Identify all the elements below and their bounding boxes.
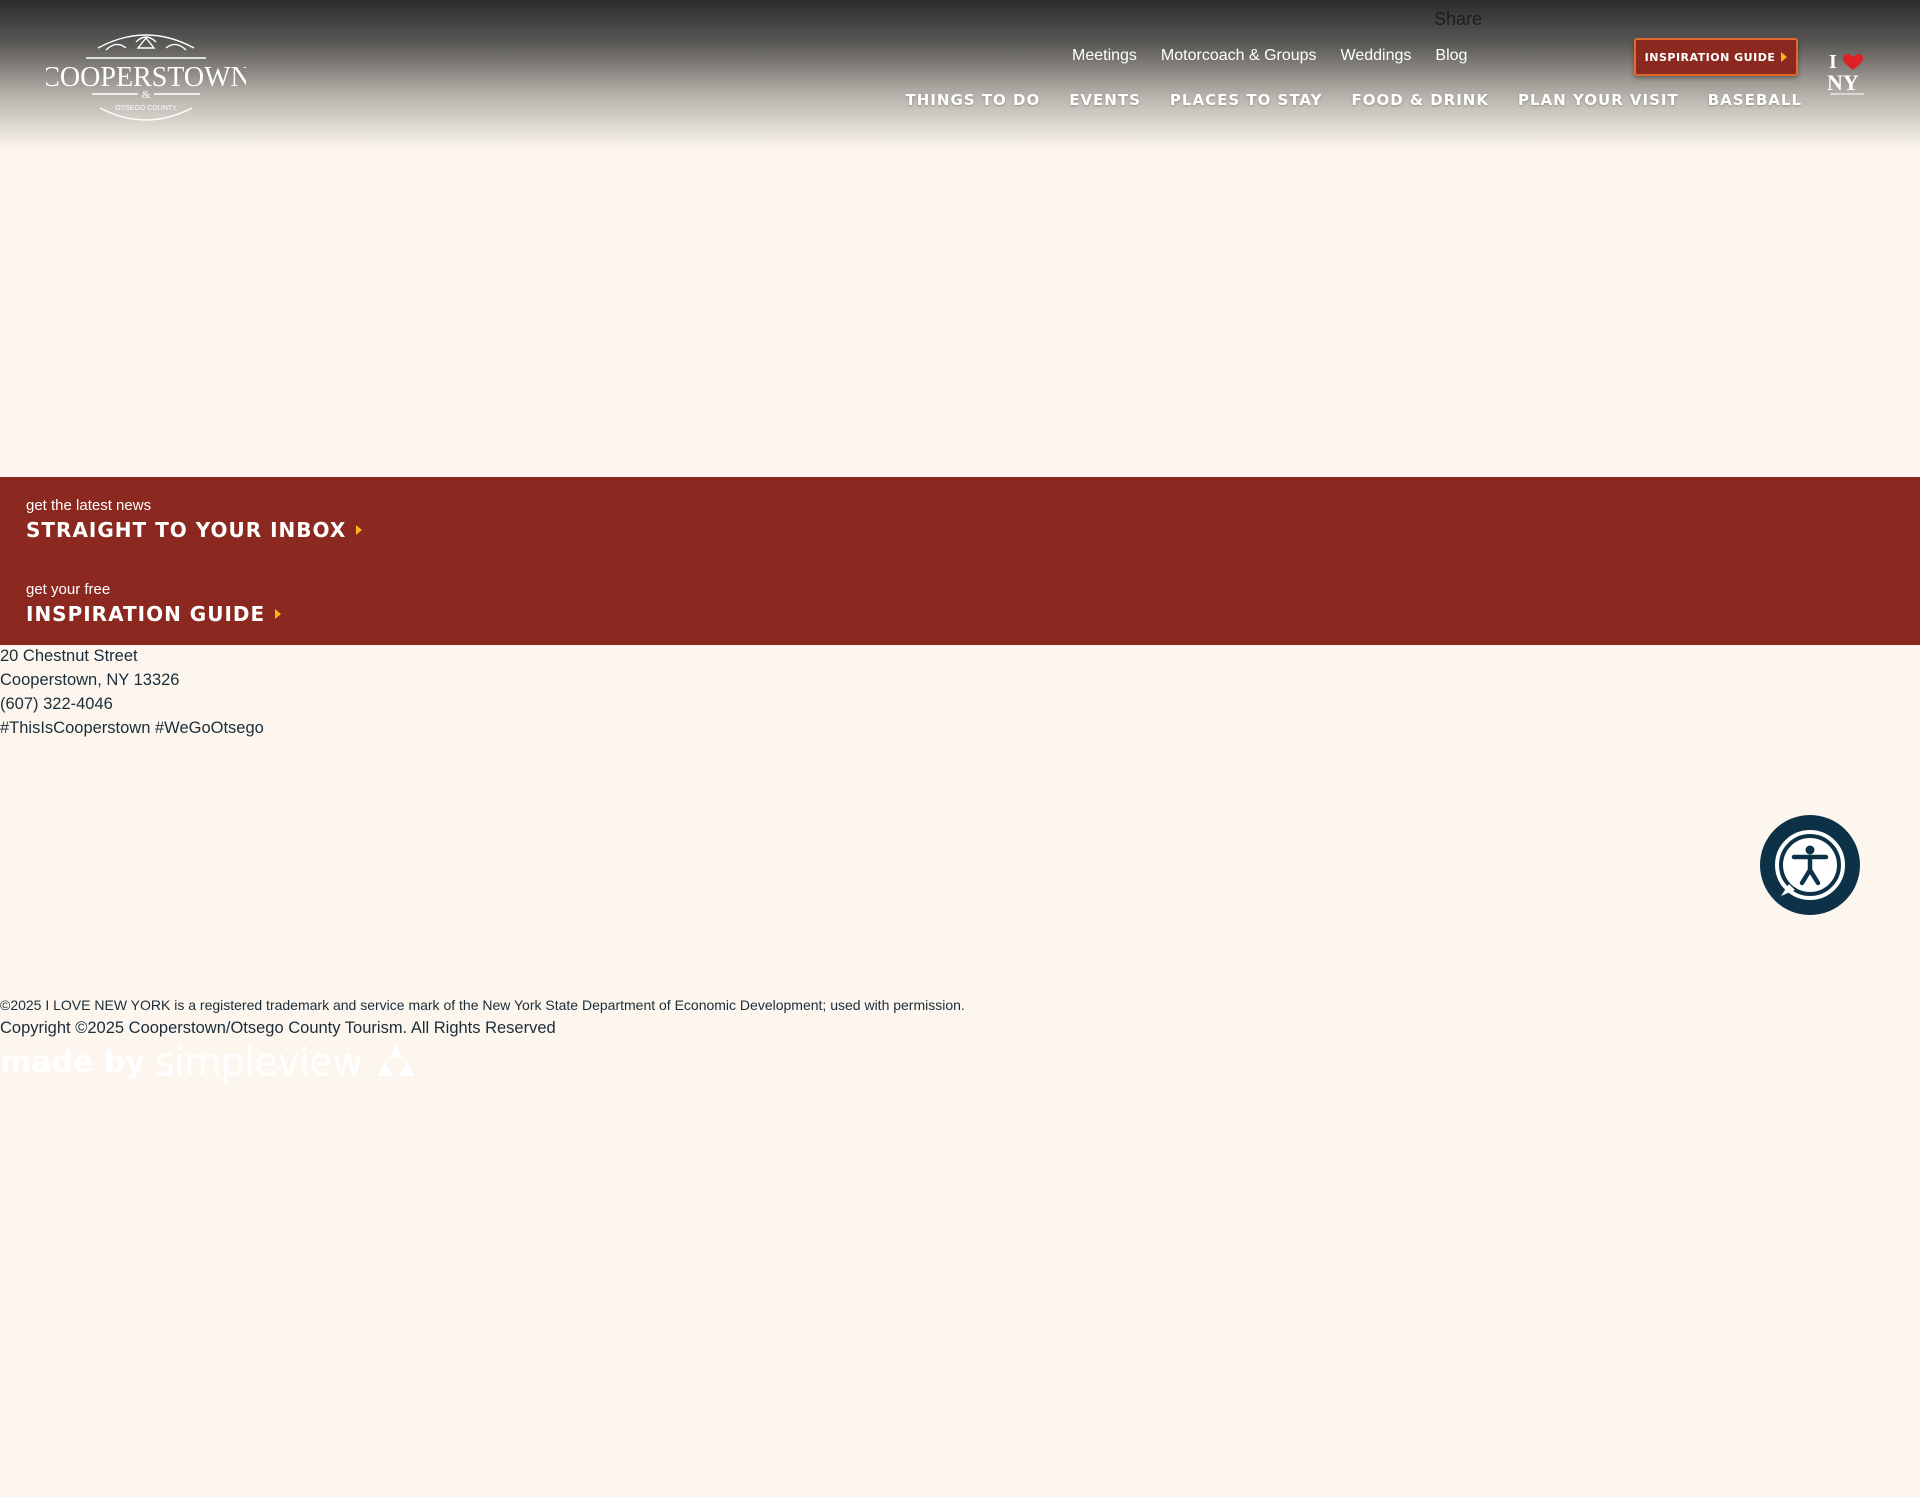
address-city: Cooperstown, NY 13326 xyxy=(0,671,180,689)
svg-text:&: & xyxy=(142,89,151,101)
inspiration-guide-button-label: INSPIRATION GUIDE xyxy=(1644,50,1776,64)
copyright-notice: Copyright ©2025 Cooperstown/Otsego Count… xyxy=(0,1019,556,1037)
caret-right-icon xyxy=(275,609,282,619)
simpleview-logo-icon xyxy=(376,1044,415,1076)
guide-cta-kicker: get your free xyxy=(26,581,111,598)
caret-right-icon xyxy=(356,525,363,535)
guide-cta[interactable]: get your free INSPIRATION GUIDE xyxy=(26,581,282,626)
newsletter-cta-title: STRAIGHT TO YOUR INBOX xyxy=(26,518,363,542)
nav-plan-your-visit[interactable]: PLAN YOUR VISIT xyxy=(1518,91,1679,109)
cta-band: get the latest news STRAIGHT TO YOUR INB… xyxy=(0,477,1920,645)
caret-right-icon xyxy=(1781,52,1788,62)
utility-link-blog[interactable]: Blog xyxy=(1435,47,1467,65)
utility-link-meetings[interactable]: Meetings xyxy=(1072,47,1137,65)
made-by-simpleview[interactable]: made by simpleview xyxy=(0,1040,419,1084)
main-nav: THINGS TO DO EVENTS PLACES TO STAY FOOD … xyxy=(906,91,1802,109)
address-street: 20 Chestnut Street xyxy=(0,647,138,665)
utility-link-motorcoach[interactable]: Motorcoach & Groups xyxy=(1161,47,1317,65)
nav-baseball[interactable]: BASEBALL xyxy=(1708,91,1802,109)
trademark-notice: ©2025 I LOVE NEW YORK is a registered tr… xyxy=(0,997,965,1013)
nav-food-drink[interactable]: FOOD & DRINK xyxy=(1351,91,1489,109)
accessibility-button[interactable] xyxy=(1760,815,1860,915)
newsletter-cta[interactable]: get the latest news STRAIGHT TO YOUR INB… xyxy=(26,497,363,542)
nav-events[interactable]: EVENTS xyxy=(1069,91,1141,109)
nav-things-to-do[interactable]: THINGS TO DO xyxy=(906,91,1041,109)
phone-link[interactable]: (607) 322-4046 xyxy=(0,692,264,716)
guide-cta-title: INSPIRATION GUIDE xyxy=(26,602,282,626)
utility-nav: Meetings Motorcoach & Groups Weddings Bl… xyxy=(1072,47,1467,65)
contact-info: 20 Chestnut Street Cooperstown, NY 13326… xyxy=(0,644,264,740)
newsletter-cta-label: STRAIGHT TO YOUR INBOX xyxy=(26,518,347,542)
svg-text:OTSEGO COUNTY: OTSEGO COUNTY xyxy=(115,105,177,112)
share-link[interactable]: Share xyxy=(1434,9,1482,30)
hashtags: #ThisIsCooperstown #WeGoOtsego xyxy=(0,719,264,737)
nav-places-to-stay[interactable]: PLACES TO STAY xyxy=(1170,91,1323,109)
guide-cta-label: INSPIRATION GUIDE xyxy=(26,602,266,626)
cooperstown-logo[interactable]: COOPERSTOWN & OTSEGO COUNTY xyxy=(46,28,246,132)
inspiration-guide-button[interactable]: INSPIRATION GUIDE xyxy=(1634,38,1798,76)
svg-text:NY: NY xyxy=(1827,70,1859,95)
newsletter-cta-kicker: get the latest news xyxy=(26,497,152,514)
utility-link-weddings[interactable]: Weddings xyxy=(1341,47,1412,65)
made-by-label: made by xyxy=(0,1044,145,1080)
site-header: COOPERSTOWN & OTSEGO COUNTY Share Meetin… xyxy=(0,0,1920,150)
simpleview-wordmark: simpleview xyxy=(154,1040,363,1084)
accessibility-icon xyxy=(1775,830,1845,900)
i-love-ny-logo[interactable]: I NY xyxy=(1826,50,1870,98)
